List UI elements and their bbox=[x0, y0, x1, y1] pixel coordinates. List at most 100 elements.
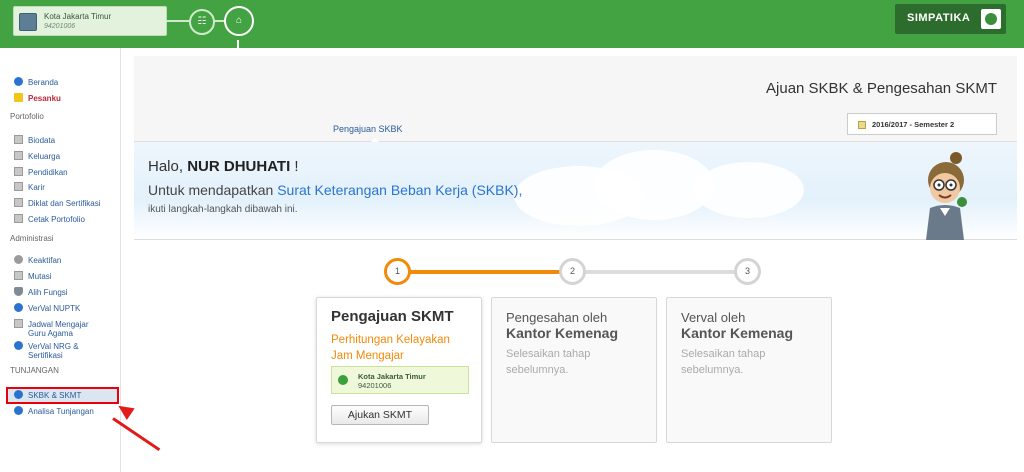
context-title: Kota Jakarta Timur bbox=[44, 12, 112, 21]
sidebar-item-label: Pendidikan bbox=[28, 168, 68, 177]
sidebar-item-keluarga[interactable]: Keluarga bbox=[14, 151, 60, 161]
sidebar-item-label-line2: Sertifikasi bbox=[28, 351, 63, 360]
sidebar-item-label: Cetak Portofolio bbox=[28, 215, 85, 224]
sidebar-item-label: VerVal NRG & bbox=[28, 342, 79, 351]
step-3-indicator: 3 bbox=[734, 258, 761, 285]
sidebar-item-label: Mutasi bbox=[28, 272, 52, 281]
transfer-icon bbox=[14, 271, 23, 280]
step-title: Pengesahan oleh Kantor Kemenag bbox=[506, 310, 618, 341]
top-bar: Kota Jakarta Timur 94201006 ☷ ⌂ SIMPATIK… bbox=[0, 0, 1024, 52]
sidebar-item-pesanku[interactable]: Pesanku bbox=[14, 93, 61, 103]
sidebar-item-alih-fungsi[interactable]: Alih Fungsi bbox=[14, 287, 68, 297]
step-subtitle-line2: Jam Mengajar bbox=[331, 350, 404, 362]
step-subtitle-line1: Perhitungan Kelayakan bbox=[331, 334, 450, 346]
ajukan-skmt-button[interactable]: Ajukan SKMT bbox=[331, 405, 429, 425]
section-portofolio: Portofolio bbox=[10, 112, 44, 121]
sidebar-item-label: Karir bbox=[28, 183, 45, 192]
brand-badge[interactable]: SIMPATIKA bbox=[895, 4, 1006, 34]
page-header: Ajuan SKBK & Pengesahan SKMT Pengajuan S… bbox=[134, 56, 1017, 144]
greeting: Halo, NUR DHUHATI ! bbox=[148, 158, 299, 175]
status-title: Kota Jakarta Timur bbox=[358, 372, 426, 381]
instruction-text: Untuk mendapatkan bbox=[148, 182, 274, 198]
semester-selector[interactable]: 2016/2017 - Semester 2 bbox=[847, 113, 997, 135]
step-card-pengesahan: Pengesahan oleh Kantor Kemenag Selesaikan… bbox=[491, 297, 657, 443]
step-subtitle: Selesaikan tahap sebelumnya. bbox=[506, 346, 590, 378]
document-icon bbox=[14, 135, 23, 144]
context-selector[interactable]: Kota Jakarta Timur 94201006 bbox=[13, 6, 167, 36]
page-title: Ajuan SKBK & Pengesahan SKMT bbox=[766, 80, 997, 97]
sidebar-item-diklat[interactable]: Diklat dan Sertifikasi bbox=[14, 198, 100, 208]
step-main-title: Kantor Kemenag bbox=[506, 325, 619, 341]
skbk-link[interactable]: Surat Keterangan Beban Kerja (SKBK), bbox=[277, 182, 522, 198]
sidebar-item-verval-nuptk[interactable]: VerVal NUPTK bbox=[14, 303, 80, 313]
document-icon bbox=[14, 182, 23, 191]
sidebar-item-beranda[interactable]: Beranda bbox=[14, 77, 58, 87]
document-icon bbox=[14, 214, 23, 223]
greeting-exclamation: ! bbox=[294, 158, 299, 175]
progress-bar-pending bbox=[570, 270, 748, 274]
sidebar-item-label: Alih Fungsi bbox=[28, 288, 68, 297]
step-subtitle-line2: sebelumnya. bbox=[506, 364, 569, 376]
document-icon bbox=[14, 151, 23, 160]
info-icon bbox=[14, 390, 23, 399]
main-content: Ajuan SKBK & Pengesahan SKMT Pengajuan S… bbox=[134, 56, 1017, 472]
step-title: Pengajuan SKMT bbox=[331, 308, 454, 325]
tab-pengajuan-skbk[interactable]: Pengajuan SKBK bbox=[333, 124, 403, 144]
step-pre-title: Verval oleh bbox=[681, 310, 746, 325]
sidebar-item-label: Jadwal Mengajar bbox=[28, 320, 89, 329]
info-icon bbox=[14, 303, 23, 312]
status-box: Kota Jakarta Timur 94201006 bbox=[331, 366, 469, 394]
step-pre-title: Pengesahan oleh bbox=[506, 310, 608, 325]
sidebar-item-skbk-skmt[interactable]: SKBK & SKMT bbox=[14, 390, 81, 400]
activity-icon bbox=[14, 255, 23, 264]
brand-label: SIMPATIKA bbox=[907, 12, 971, 24]
instruction-line: Untuk mendapatkan Surat Keterangan Beban… bbox=[148, 182, 522, 198]
home-icon[interactable]: ⌂ bbox=[224, 6, 254, 52]
sidebar-item-label: VerVal NUPTK bbox=[28, 304, 81, 313]
step-1-indicator: 1 bbox=[384, 258, 411, 285]
info-icon bbox=[14, 341, 23, 350]
sidebar-item-label-line2: Guru Agama bbox=[28, 329, 73, 338]
sidebar-item-label: Keaktifan bbox=[28, 256, 62, 265]
greeting-label: Halo, bbox=[148, 158, 184, 175]
document-icon bbox=[14, 198, 23, 207]
sidebar-item-pendidikan[interactable]: Pendidikan bbox=[14, 167, 68, 177]
step-card-pengajuan-skmt: Pengajuan SKMT Perhitungan Kelayakan Jam … bbox=[316, 297, 482, 443]
message-icon bbox=[14, 93, 23, 102]
document-icon bbox=[14, 167, 23, 176]
sidebar-item-mutasi[interactable]: Mutasi bbox=[14, 271, 52, 281]
section-tunjangan: TUNJANGAN bbox=[10, 366, 59, 375]
step-title: Verval oleh Kantor Kemenag bbox=[681, 310, 793, 341]
sidebar-item-karir[interactable]: Karir bbox=[14, 182, 45, 192]
step-card-verval: Verval oleh Kantor Kemenag Selesaikan tah… bbox=[666, 297, 832, 443]
hierarchy-icon[interactable]: ☷ bbox=[189, 9, 215, 35]
sidebar-item-label: Analisa Tunjangan bbox=[28, 407, 94, 416]
brand-logo-icon bbox=[981, 9, 1001, 29]
step-subtitle: Perhitungan Kelayakan Jam Mengajar bbox=[331, 332, 450, 364]
sidebar: Beranda Pesanku Portofolio Biodata Kelua… bbox=[0, 48, 121, 472]
calendar-icon bbox=[14, 319, 23, 328]
sidebar-item-analisa-tunjangan[interactable]: Analisa Tunjangan bbox=[14, 406, 94, 416]
check-icon bbox=[338, 375, 348, 385]
mascot-illustration bbox=[926, 152, 967, 240]
sidebar-item-label: Beranda bbox=[28, 78, 59, 87]
step-main-title: Kantor Kemenag bbox=[681, 325, 794, 341]
context-code: 94201006 bbox=[44, 23, 76, 30]
sidebar-item-biodata[interactable]: Biodata bbox=[14, 135, 55, 145]
sidebar-item-label: Biodata bbox=[28, 136, 56, 145]
info-icon bbox=[14, 77, 23, 86]
sidebar-item-verval-nrg[interactable]: VerVal NRG & Sertifikasi bbox=[14, 341, 79, 360]
status-code: 94201006 bbox=[358, 381, 392, 390]
sidebar-item-jadwal-mengajar[interactable]: Jadwal Mengajar Guru Agama bbox=[14, 319, 88, 338]
step-2-indicator: 2 bbox=[559, 258, 586, 285]
instruction-subline: ikuti langkah-langkah dibawah ini. bbox=[148, 204, 298, 215]
sidebar-item-label: Pesanku bbox=[28, 94, 61, 103]
step-subtitle: Selesaikan tahap sebelumnya. bbox=[681, 346, 765, 378]
sidebar-item-cetak-portofolio[interactable]: Cetak Portofolio bbox=[14, 214, 85, 224]
cloud-decoration bbox=[694, 162, 804, 218]
section-administrasi: Administrasi bbox=[10, 234, 54, 243]
progress-bar-done bbox=[408, 270, 570, 274]
semester-label: 2016/2017 - Semester 2 bbox=[872, 120, 955, 129]
step-subtitle-line1: Selesaikan tahap bbox=[506, 348, 591, 360]
sidebar-item-keaktifan[interactable]: Keaktifan bbox=[14, 255, 61, 265]
